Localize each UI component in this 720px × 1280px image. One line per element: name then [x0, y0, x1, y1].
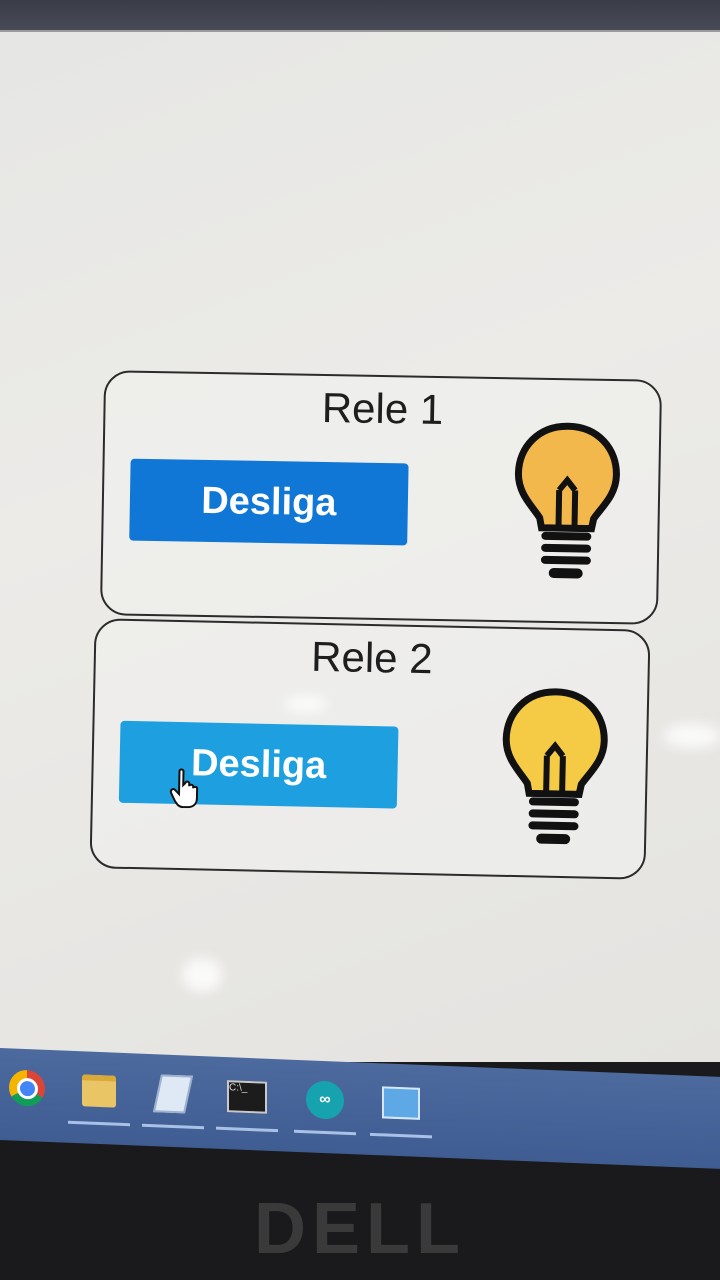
- chrome-icon[interactable]: [4, 1064, 50, 1112]
- file-explorer-icon[interactable]: [76, 1067, 122, 1115]
- screen-glare: [664, 724, 720, 748]
- hand-cursor-icon: [169, 768, 199, 809]
- relay-2-toggle-button[interactable]: Desliga: [118, 720, 399, 809]
- relay-title: Rele 2: [310, 632, 434, 683]
- screen-glare: [284, 696, 328, 712]
- terminal-icon[interactable]: C:\_: [224, 1073, 270, 1121]
- browser-page: Rele 1 Desliga Rele 2 Desliga: [0, 30, 720, 1062]
- arduino-icon[interactable]: ∞: [302, 1076, 348, 1124]
- taskbar-running-indicator: [68, 1120, 130, 1127]
- lightbulb-icon: [502, 688, 608, 845]
- taskbar-running-indicator: [370, 1132, 432, 1139]
- relay-1-toggle-button[interactable]: Desliga: [129, 458, 409, 546]
- dell-logo: DELL: [254, 1189, 466, 1269]
- relay-card-1: Rele 1 Desliga: [99, 370, 663, 625]
- screen-glare: [182, 958, 222, 992]
- windows-taskbar: C:\_ ∞: [0, 1048, 720, 1169]
- explorer-window-icon[interactable]: [150, 1070, 196, 1118]
- taskbar-running-indicator: [294, 1129, 356, 1136]
- taskbar-running-indicator: [142, 1123, 204, 1130]
- relay-card-2: Rele 2 Desliga: [89, 618, 651, 880]
- remote-desktop-icon[interactable]: [378, 1079, 424, 1127]
- lightbulb-icon: [514, 422, 620, 579]
- taskbar-running-indicator: [216, 1126, 278, 1133]
